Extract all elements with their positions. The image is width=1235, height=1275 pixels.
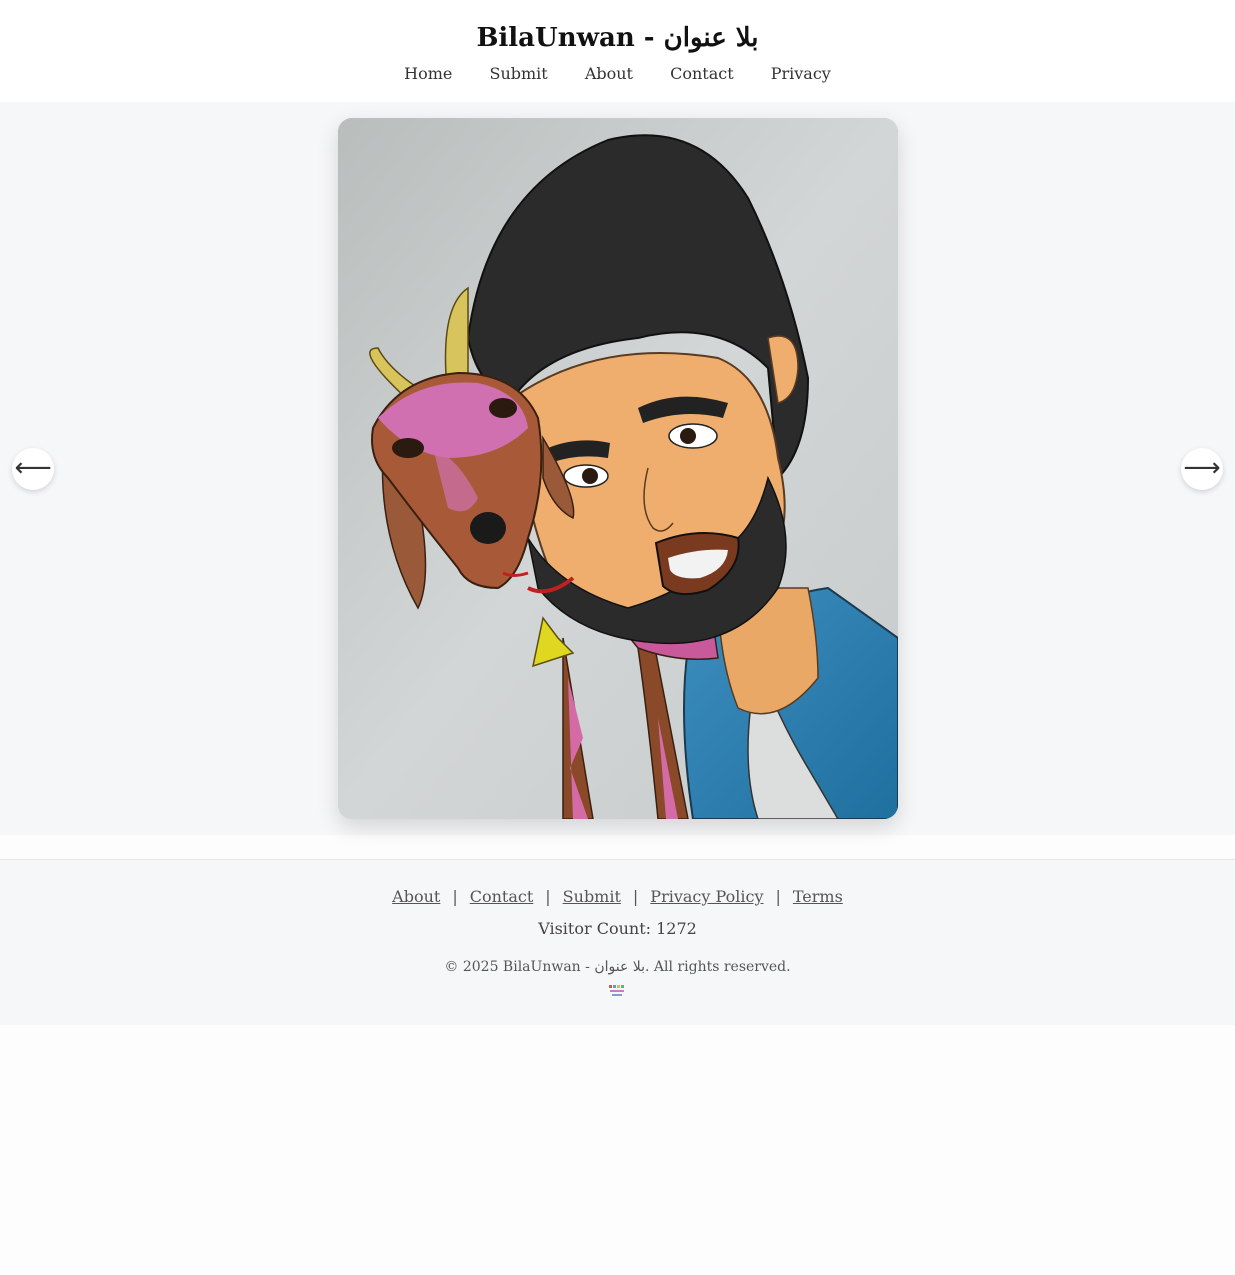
arrow-left-icon[interactable]: ⟵ <box>12 448 54 490</box>
image-slider: ⟵ ⟶ <box>0 102 1235 835</box>
main-nav: Home Submit About Contact Privacy <box>0 62 1235 86</box>
nav-submit-link[interactable]: Submit <box>489 64 547 83</box>
nav-home-link[interactable]: Home <box>404 64 452 83</box>
nav-privacy-link[interactable]: Privacy <box>771 64 831 83</box>
footer-contact-link[interactable]: Contact <box>470 887 534 906</box>
footer-links: About | Contact | Submit | Privacy Policy | Term… <box>0 886 1235 908</box>
copyright-text: © 2025 BilaUnwan - بلا عنوان. All rights… <box>444 959 791 975</box>
nav-about-link[interactable]: About <box>585 64 633 83</box>
footer-terms-link[interactable]: Terms <box>793 887 843 906</box>
visitor-count: Visitor Count: 1272 <box>538 919 697 938</box>
site-logo-badge-icon <box>609 985 624 996</box>
site-header: BilaUnwan - بلا عنوان Home Submit About … <box>0 0 1235 102</box>
site-footer: About | Contact | Submit | Privacy Policy | Term… <box>0 859 1235 1025</box>
footer-submit-link[interactable]: Submit <box>563 887 621 906</box>
site-title[interactable]: BilaUnwan - بلا عنوان <box>0 20 1235 56</box>
footer-separator: | <box>545 887 551 906</box>
footer-separator: | <box>775 887 781 906</box>
footer-separator: | <box>632 887 639 906</box>
footer-about-link[interactable]: About <box>392 887 440 906</box>
arrow-right-icon[interactable]: ⟶ <box>1181 448 1223 490</box>
slide-image[interactable] <box>338 118 898 819</box>
drawing-artwork <box>338 118 898 819</box>
footer-privacy-policy-link[interactable]: Privacy Policy <box>650 887 763 906</box>
footer-separator: | <box>452 887 458 906</box>
nav-contact-link[interactable]: Contact <box>670 64 734 83</box>
